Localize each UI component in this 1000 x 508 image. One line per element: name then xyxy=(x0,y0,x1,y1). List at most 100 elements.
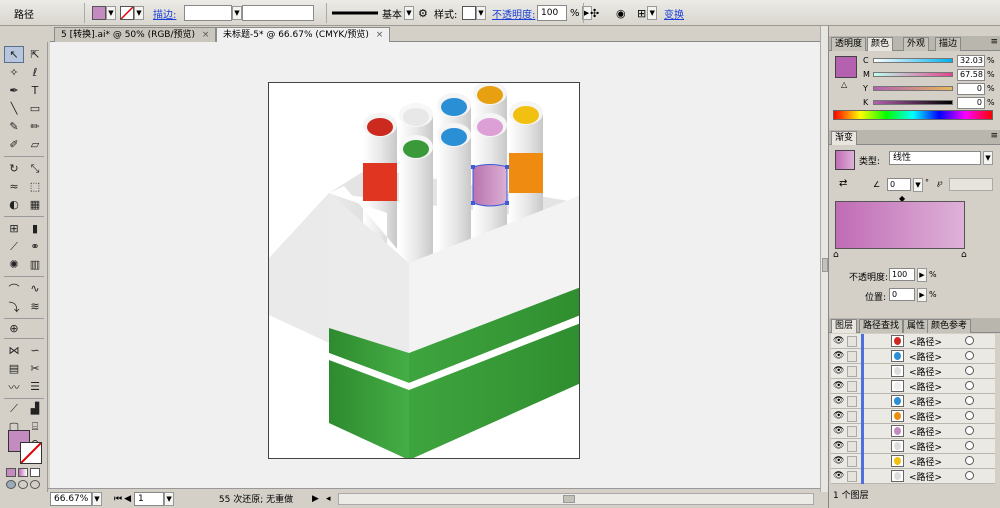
stroke-none-swatch[interactable] xyxy=(120,6,134,20)
type-tool-icon[interactable]: T xyxy=(25,82,45,99)
stroke-label[interactable]: 描边: xyxy=(153,4,176,22)
layer-row[interactable]: 👁 <路径> xyxy=(831,454,995,469)
lasso-icon[interactable]: ℓ xyxy=(25,64,45,81)
layer-row[interactable]: 👁 <路径> xyxy=(831,424,995,439)
layer-name[interactable]: <路径> xyxy=(909,470,942,483)
layer-name[interactable]: <路径> xyxy=(909,455,942,468)
page-nav[interactable]: ⏮ ◀ 1 ▼ xyxy=(114,491,175,506)
stroke-dropdown-arrow[interactable]: ▼ xyxy=(134,6,144,20)
width-tool-icon[interactable]: ⌒ xyxy=(4,280,24,297)
selection-anchor[interactable] xyxy=(471,165,475,169)
marker-red-band[interactable] xyxy=(363,163,397,201)
gradient-swatch[interactable] xyxy=(835,150,855,170)
color-spectrum[interactable] xyxy=(833,110,993,120)
gradient-opacity-arrow[interactable]: ▶ xyxy=(917,268,927,282)
list-icon[interactable]: ☰ xyxy=(25,378,45,395)
brush-profile-control[interactable]: 基本 ▼ xyxy=(332,4,414,22)
layer-row[interactable]: 👁 <路径> xyxy=(831,364,995,379)
target-icon[interactable] xyxy=(965,381,974,390)
stroke-weight-control[interactable]: ▼ xyxy=(184,4,242,22)
layer-name[interactable]: <路径> xyxy=(909,395,942,408)
wave-icon[interactable]: 〰 xyxy=(4,378,24,395)
free-transform-icon[interactable]: ⬚ xyxy=(25,178,45,195)
page-field[interactable]: 1 xyxy=(134,491,165,506)
lock-toggle[interactable] xyxy=(847,411,857,422)
slider-m[interactable]: M 67.58 % xyxy=(863,68,1000,81)
eye-icon[interactable]: 👁 xyxy=(833,396,844,406)
style-control[interactable]: ▼ xyxy=(462,4,486,22)
globe-icon[interactable]: ◉ xyxy=(616,4,626,22)
gradient-stop-left-icon[interactable]: ⌂ xyxy=(833,250,839,260)
rotate-tool-icon[interactable]: ↻ xyxy=(4,160,24,177)
stroke-swatch-control[interactable]: ▼ xyxy=(120,4,144,22)
slider-c-track[interactable] xyxy=(873,58,953,63)
marker-blue-front-cap[interactable] xyxy=(441,128,467,146)
tab-stroke[interactable]: 描边 xyxy=(935,37,962,51)
eye-icon[interactable]: 👁 xyxy=(833,471,844,481)
magic-wand-icon[interactable]: ✧ xyxy=(4,64,24,81)
slider-m-track[interactable] xyxy=(873,72,953,77)
align-icon[interactable]: ✣ xyxy=(590,4,599,22)
gradient-opacity-field[interactable]: 100 xyxy=(889,268,915,281)
paintbrush-icon[interactable]: ✎ xyxy=(4,118,24,135)
tab-gradient[interactable]: 渐变 xyxy=(831,131,858,145)
symbol-sprayer-icon[interactable]: ✺ xyxy=(4,256,24,273)
marker-yellow-band[interactable] xyxy=(509,153,543,193)
marker-blue-back-cap[interactable] xyxy=(441,98,467,116)
reshape-tool-icon[interactable]: ∿ xyxy=(25,280,45,297)
style-dropdown-arrow[interactable]: ▼ xyxy=(476,6,486,20)
tab-pathfinder[interactable]: 路径查找 xyxy=(859,319,904,333)
layer-row[interactable]: 👁 <路径> xyxy=(831,409,995,424)
page-dropdown-arrow[interactable]: ▼ xyxy=(164,491,175,506)
target-icon[interactable] xyxy=(965,441,974,450)
eye-icon[interactable]: 👁 xyxy=(833,426,844,436)
perspective-grid-icon[interactable]: ▦ xyxy=(25,196,45,213)
lock-toggle[interactable] xyxy=(847,396,857,407)
smooth-tool-icon[interactable]: ≋ xyxy=(25,298,45,315)
selection-anchor[interactable] xyxy=(471,201,475,205)
slider-k[interactable]: K 0 % xyxy=(863,96,1000,109)
eye-icon[interactable]: 👁 xyxy=(833,381,844,391)
layer-row[interactable]: 👁 <路径> xyxy=(831,379,995,394)
zoom-field[interactable]: 66.67% xyxy=(50,491,92,506)
eye-icon[interactable]: 👁 xyxy=(833,441,844,451)
transform-link[interactable]: 变换 xyxy=(664,6,684,21)
lock-toggle[interactable] xyxy=(847,426,857,437)
style-swatch[interactable] xyxy=(462,6,476,20)
artboard-tool-icon[interactable]: ⋈ xyxy=(4,342,24,359)
lock-toggle[interactable] xyxy=(847,351,857,362)
lock-toggle[interactable] xyxy=(847,441,857,452)
eye-icon[interactable]: 👁 xyxy=(833,351,844,361)
reverse-gradient-icon[interactable]: ⇄ xyxy=(839,178,847,189)
lock-toggle[interactable] xyxy=(847,471,857,482)
profile-dropdown-arrow[interactable]: ▼ xyxy=(404,6,414,20)
slider-c[interactable]: C 32.03 % xyxy=(863,54,1000,67)
measure-tool-icon[interactable]: ⟋ xyxy=(4,400,24,417)
tab-document-1[interactable]: 5 [转换].ai* @ 50% (RGB/预览) × xyxy=(54,27,217,42)
select-similar-icon[interactable]: ⊞ ▼ xyxy=(637,4,658,22)
layer-name[interactable]: <路径> xyxy=(909,440,942,453)
hscroll-thumb[interactable] xyxy=(563,495,575,503)
marker-pink-band-selected[interactable] xyxy=(472,164,508,207)
gradient-preview-bar[interactable] xyxy=(835,201,965,249)
scissors-icon[interactable]: ✂ xyxy=(25,360,45,377)
lock-toggle[interactable] xyxy=(847,336,857,347)
layer-name[interactable]: <路径> xyxy=(909,365,942,378)
color-mode-icon[interactable] xyxy=(6,468,16,477)
warp-tool-icon[interactable]: ≈ xyxy=(4,178,24,195)
direct-selection-tool-icon[interactable]: ⇱ xyxy=(25,46,45,63)
artboard[interactable] xyxy=(268,82,580,459)
target-icon[interactable] xyxy=(965,471,974,480)
prev-page-icon[interactable]: ◀ xyxy=(124,494,131,504)
selection-tool-icon[interactable]: ↖ xyxy=(4,46,24,63)
draw-behind-icon[interactable] xyxy=(18,480,28,489)
layers-list[interactable]: 👁 <路径> 👁 <路径> 👁 <路径> 👁 <路径> 👁 <路径> 👁 <路径> 👁 <路径> 👁 <路径>… xyxy=(831,334,995,484)
gradient-stop-right-icon[interactable]: ⌂ xyxy=(961,250,967,260)
slider-y-track[interactable] xyxy=(873,86,953,91)
eye-icon[interactable]: 👁 xyxy=(833,336,844,346)
eye-icon[interactable]: 👁 xyxy=(833,456,844,466)
gradient-mode-icon[interactable] xyxy=(18,468,28,477)
tab-layers[interactable]: 图层 xyxy=(831,319,858,333)
layer-row[interactable]: 👁 <路径> xyxy=(831,439,995,454)
marker-pink-cap[interactable] xyxy=(477,118,503,136)
